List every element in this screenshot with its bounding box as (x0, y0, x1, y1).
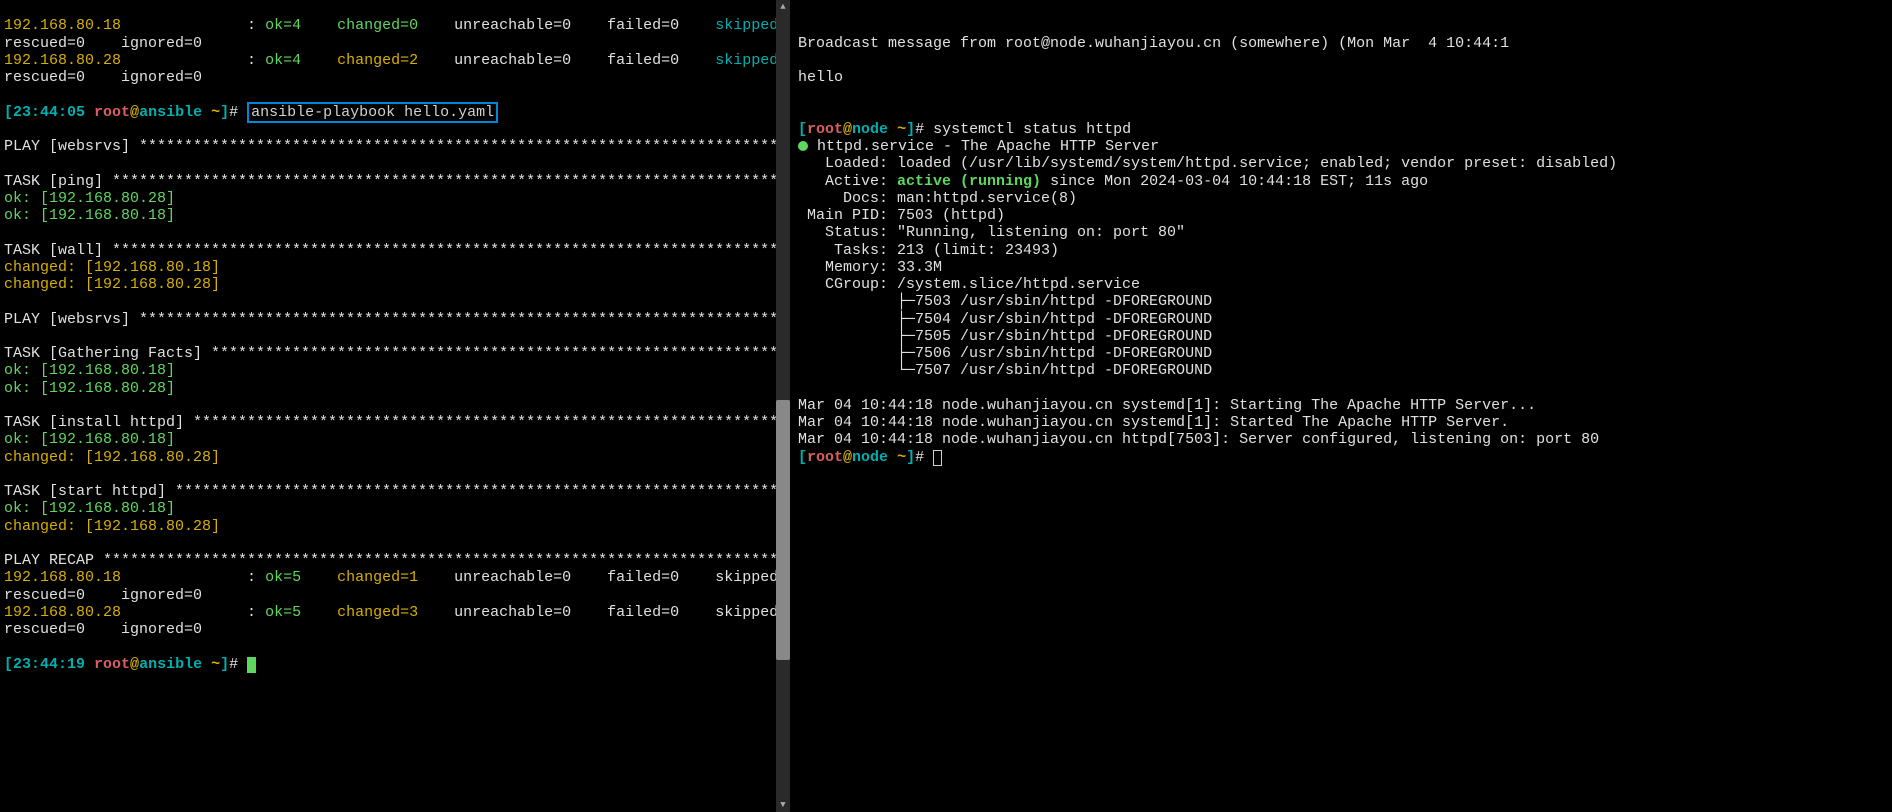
cursor-icon (247, 657, 256, 673)
scrollbar[interactable]: ▲ ▼ (776, 0, 790, 812)
scroll-up-icon[interactable]: ▲ (776, 0, 790, 14)
scroll-down-icon[interactable]: ▼ (776, 798, 790, 812)
highlighted-command: ansible-playbook hello.yaml (247, 102, 498, 123)
scrollbar-thumb[interactable] (776, 400, 790, 660)
left-terminal[interactable]: 192.168.80.18 : ok=4 changed=0 unreachab… (0, 0, 790, 812)
cursor-icon (933, 450, 942, 466)
status-dot-icon (798, 141, 808, 151)
right-terminal[interactable]: Broadcast message from root@node.wuhanji… (790, 0, 1892, 812)
